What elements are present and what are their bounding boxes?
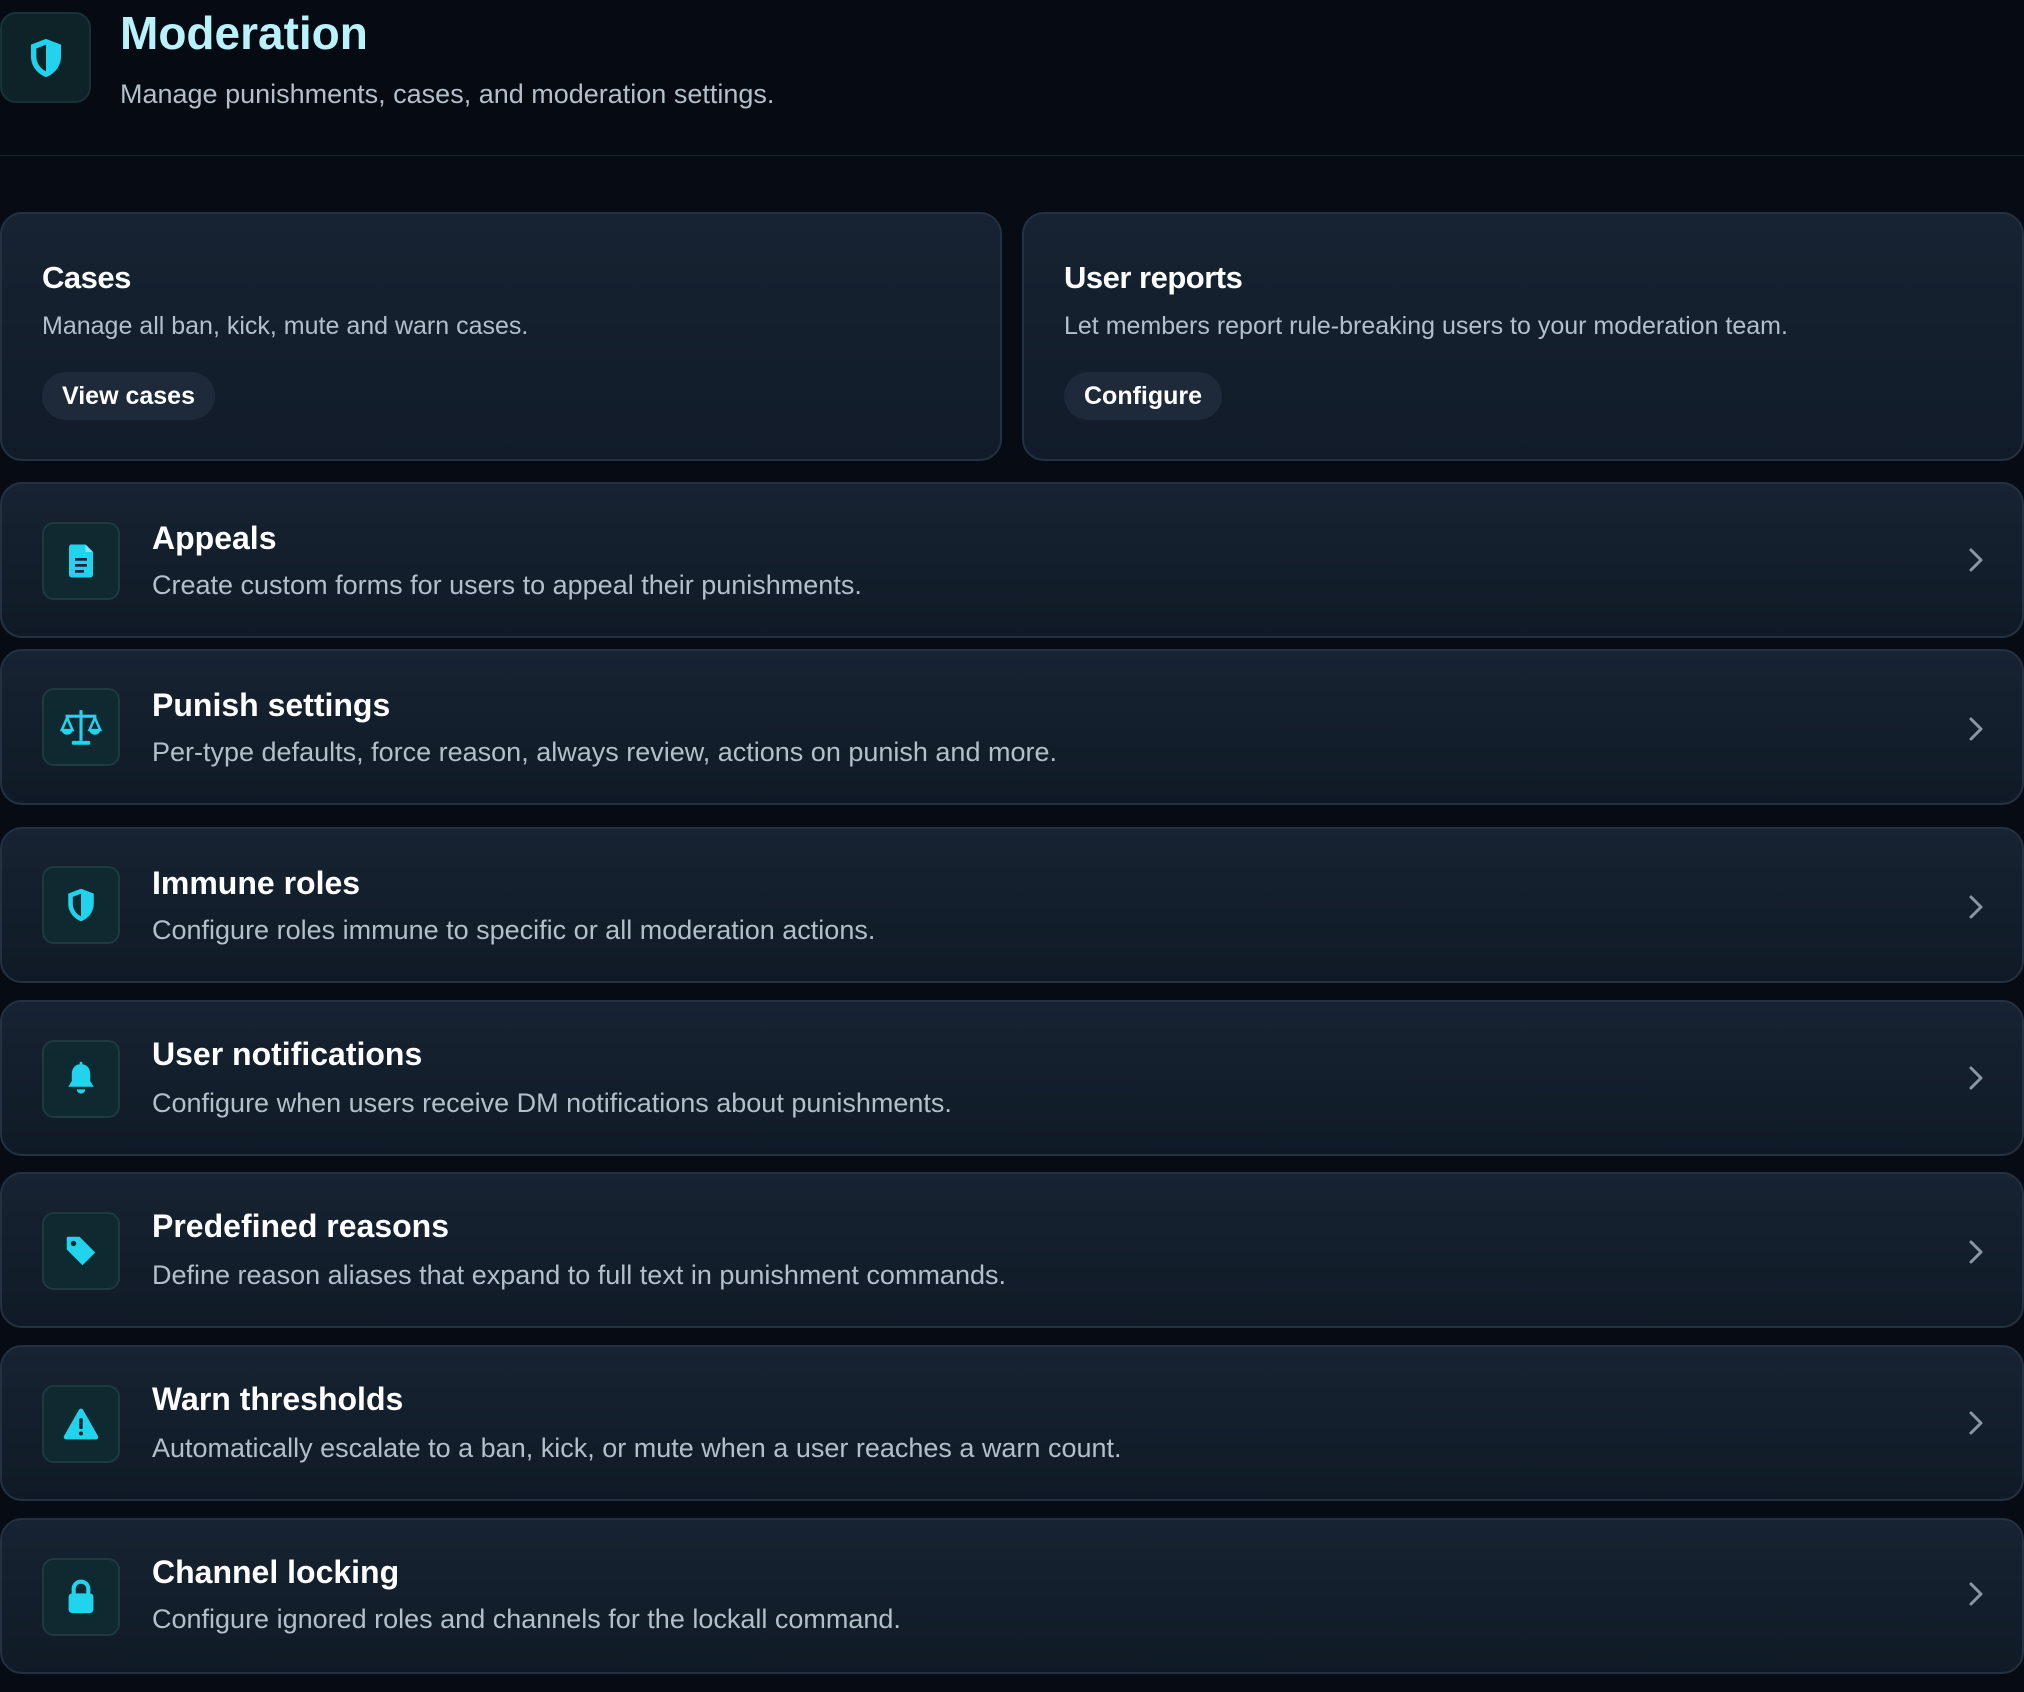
settings-row-appeals[interactable]: Appeals Create custom forms for users to… bbox=[0, 482, 2024, 638]
settings-row-user-notifications[interactable]: User notifications Configure when users … bbox=[0, 1000, 2024, 1156]
settings-row-channel-locking[interactable]: Channel locking Configure ignored roles … bbox=[0, 1518, 2024, 1674]
cases-card: Cases Manage all ban, kick, mute and war… bbox=[0, 212, 1002, 461]
chevron-right-icon bbox=[1969, 1411, 1983, 1435]
chevron-right-icon bbox=[1969, 1240, 1983, 1264]
row-title: User notifications bbox=[152, 1036, 423, 1072]
user-reports-card: User reports Let members report rule-bre… bbox=[1022, 212, 2024, 461]
shield-icon bbox=[42, 866, 120, 944]
card-title: User reports bbox=[1064, 260, 1243, 295]
settings-row-immune-roles[interactable]: Immune roles Configure roles immune to s… bbox=[0, 827, 2024, 983]
card-title: Cases bbox=[42, 260, 131, 295]
row-description: Configure roles immune to specific or al… bbox=[152, 915, 876, 945]
row-title: Appeals bbox=[152, 520, 277, 556]
view-cases-button[interactable]: View cases bbox=[42, 372, 215, 420]
page-header: Moderation Manage punishments, cases, an… bbox=[0, 0, 2024, 156]
document-icon bbox=[42, 522, 120, 600]
shield-icon bbox=[0, 12, 91, 103]
chevron-right-icon bbox=[1969, 1582, 1983, 1606]
configure-button[interactable]: Configure bbox=[1064, 372, 1223, 420]
row-title: Immune roles bbox=[152, 865, 361, 901]
settings-row-warn-thresholds[interactable]: Warn thresholds Automatically escalate t… bbox=[0, 1345, 2024, 1501]
page-subtitle: Manage punishments, cases, and moderatio… bbox=[120, 79, 775, 109]
chevron-right-icon bbox=[1969, 895, 1983, 919]
row-description: Define reason aliases that expand to ful… bbox=[152, 1260, 1006, 1290]
tag-icon bbox=[42, 1212, 120, 1290]
lock-icon bbox=[42, 1558, 120, 1636]
chevron-right-icon bbox=[1969, 548, 1983, 572]
page-title: Moderation bbox=[120, 7, 368, 59]
row-title: Warn thresholds bbox=[152, 1381, 404, 1417]
settings-row-punish-settings[interactable]: Punish settings Per-type defaults, force… bbox=[0, 649, 2024, 805]
chevron-right-icon bbox=[1969, 717, 1983, 741]
row-title: Punish settings bbox=[152, 687, 391, 723]
row-description: Automatically escalate to a ban, kick, o… bbox=[152, 1433, 1122, 1463]
bell-icon bbox=[42, 1040, 120, 1118]
row-title: Predefined reasons bbox=[152, 1208, 449, 1244]
chevron-right-icon bbox=[1969, 1066, 1983, 1090]
card-description: Manage all ban, kick, mute and warn case… bbox=[42, 312, 529, 340]
row-description: Configure ignored roles and channels for… bbox=[152, 1604, 901, 1634]
row-title: Channel locking bbox=[152, 1554, 400, 1590]
row-description: Create custom forms for users to appeal … bbox=[152, 570, 862, 600]
settings-row-predefined-reasons[interactable]: Predefined reasons Define reason aliases… bbox=[0, 1172, 2024, 1328]
scale-icon bbox=[42, 688, 120, 766]
card-description: Let members report rule-breaking users t… bbox=[1064, 312, 1788, 340]
warning-icon bbox=[42, 1385, 120, 1463]
row-description: Configure when users receive DM notifica… bbox=[152, 1088, 952, 1118]
row-description: Per-type defaults, force reason, always … bbox=[152, 737, 1057, 767]
